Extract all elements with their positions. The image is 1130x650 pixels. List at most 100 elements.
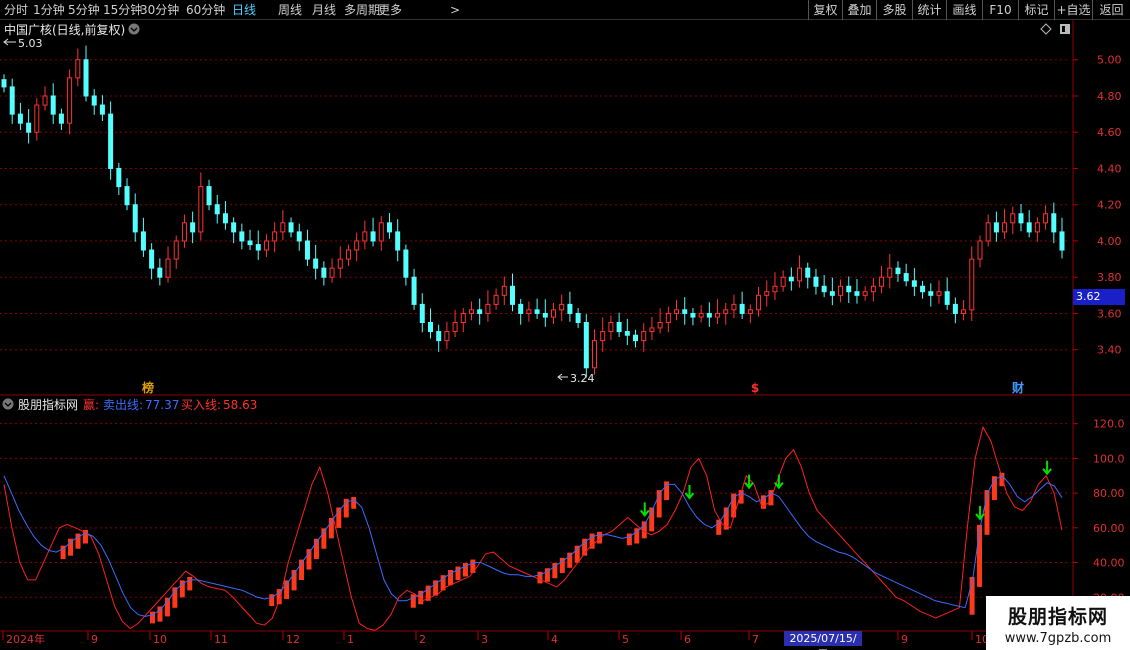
candle-body (911, 280, 917, 287)
candle-body (583, 322, 589, 369)
time-label-8: 4 (551, 633, 558, 646)
candle-body (559, 303, 565, 311)
candle-body (477, 309, 483, 314)
period-toolbar: 分时 1分钟 5分钟 15分钟 30分钟 60分钟 日线 周线 月线 多周期 更多 > 复权 叠加 多股统… (0, 0, 1130, 20)
candle (9, 78, 15, 124)
candle-body (936, 291, 942, 296)
period-tab-9[interactable]: 多周期 (344, 1, 380, 19)
period-tab-0[interactable]: 分时 (4, 1, 28, 19)
candle-body (26, 122, 32, 133)
candle-body (436, 331, 442, 342)
toolbar-button-3[interactable]: 统计 (912, 0, 946, 20)
candle-body (829, 291, 835, 296)
indicator-name: 股朋指标网 (18, 397, 78, 412)
period-tab-4[interactable]: 30分钟 (140, 1, 179, 19)
candle (386, 213, 392, 239)
candle-body (124, 186, 130, 206)
candle (633, 329, 639, 348)
indicator-block (470, 559, 476, 574)
main-y-tick-label: 4.60 (1097, 126, 1122, 139)
toolbar-button-8[interactable]: 返回 (1092, 0, 1130, 20)
period-tab-7[interactable]: 周线 (278, 1, 302, 19)
candle-body (969, 258, 975, 311)
high-annotation: 5.03 (3, 37, 43, 50)
candle (715, 299, 721, 324)
candle-body (165, 258, 171, 278)
period-tab-5[interactable]: 60分钟 (186, 1, 225, 19)
candle-body (198, 186, 204, 233)
candle-body (296, 231, 302, 242)
candle-body (222, 213, 228, 224)
period-tab-10[interactable]: 更多 (378, 1, 402, 19)
candle (444, 321, 450, 349)
candle-body (592, 340, 598, 369)
toolbar-button-2[interactable]: 多股 (876, 0, 912, 20)
candle-body (67, 77, 73, 124)
candle (34, 98, 40, 141)
candle (1026, 210, 1032, 238)
period-tab-8[interactable]: 月线 (312, 1, 336, 19)
candle-body (756, 294, 762, 311)
candle-body (641, 331, 647, 342)
candle (140, 217, 146, 257)
indicator-blocks (60, 472, 1005, 624)
candle-body (813, 276, 819, 287)
candle-body (272, 231, 278, 242)
toolbar-button-4[interactable]: 画线 (946, 0, 982, 20)
candle-body (108, 113, 114, 169)
candle (624, 318, 630, 345)
period-tab-1[interactable]: 1分钟 (33, 1, 65, 19)
candle-body (657, 322, 663, 329)
candle (788, 267, 794, 291)
candle-body (83, 59, 89, 97)
candle (821, 275, 827, 298)
candle-body (838, 285, 844, 296)
watermark: 股朋指标网 www.7gpzb.com (986, 596, 1130, 650)
candle (551, 302, 557, 324)
candle-body (944, 291, 950, 305)
candle-body (468, 309, 474, 314)
candle-body (887, 267, 893, 278)
toolbar-button-6[interactable]: 标记 (1018, 0, 1054, 20)
candle (600, 317, 606, 352)
candle-body (551, 309, 557, 318)
candle (920, 280, 926, 299)
period-tab-6[interactable]: 日线 (232, 1, 256, 19)
candle-body (895, 267, 901, 275)
main-y-tick-label: 4.20 (1097, 199, 1122, 212)
toolbar-button-5[interactable]: F10 (982, 0, 1018, 20)
candle-body (329, 267, 335, 278)
toolbar-button-1[interactable]: 叠加 (842, 0, 876, 20)
current-price-tag: 3.62 (1073, 289, 1125, 305)
toolbar-button-0[interactable]: 复权 (808, 0, 842, 20)
buy-value: 58.63 (223, 398, 257, 412)
candle (255, 230, 261, 260)
candle (83, 45, 89, 102)
toolbar-button-7[interactable]: +自选 (1054, 0, 1092, 20)
candle (887, 254, 893, 289)
candle-body (9, 86, 15, 115)
candle-body (928, 291, 934, 296)
period-tab-3[interactable]: 15分钟 (103, 1, 142, 19)
win-label: 赢: (83, 397, 99, 412)
candle (280, 210, 286, 241)
indicator-block (574, 545, 580, 563)
candle (731, 294, 737, 319)
sell-line (3, 475, 1063, 617)
more-chevron-icon[interactable]: > (450, 1, 460, 19)
candle-body (1051, 213, 1057, 233)
candle (879, 265, 885, 294)
buy-label: 买入线: (181, 398, 221, 412)
candle-body (961, 309, 967, 314)
candle (108, 101, 114, 180)
candle-body (682, 309, 688, 314)
candle (411, 268, 417, 310)
period-tab-2[interactable]: 5分钟 (68, 1, 100, 19)
candle-body (132, 204, 138, 233)
candle (263, 234, 269, 257)
time-label-1: 9 (91, 633, 98, 646)
main-y-tick-label: 3.80 (1097, 271, 1122, 284)
candle (67, 69, 73, 135)
candle-body (452, 322, 458, 333)
candle-body (263, 240, 269, 251)
